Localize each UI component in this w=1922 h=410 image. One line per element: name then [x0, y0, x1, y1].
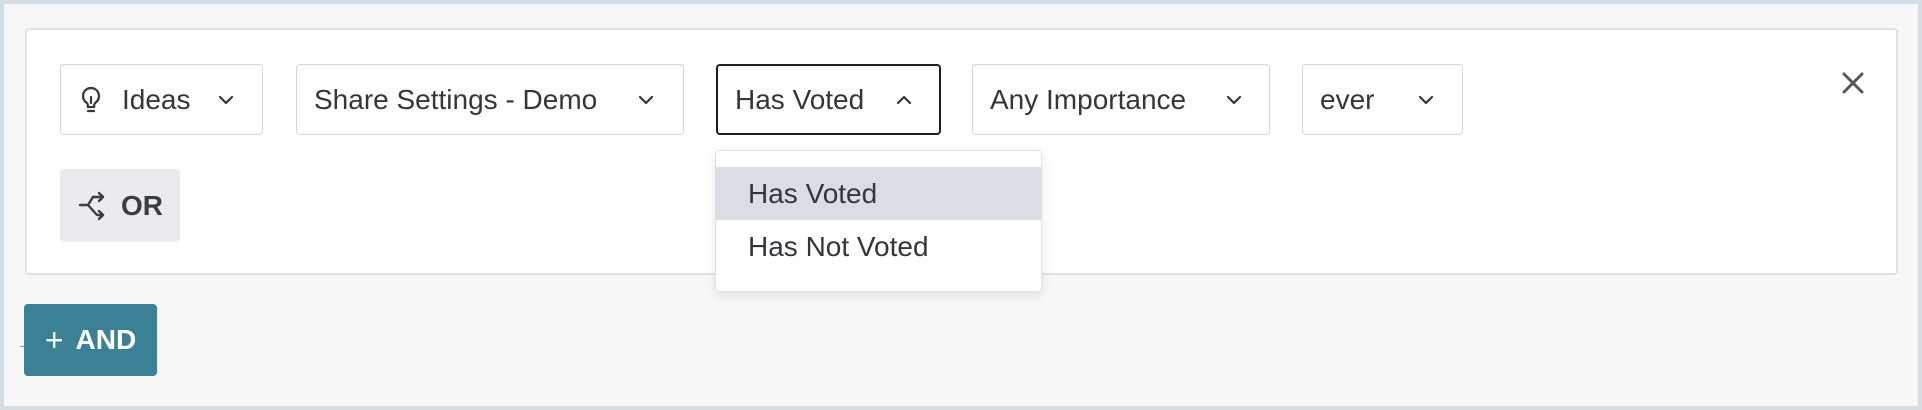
portal-select-label: Share Settings - Demo [314, 83, 598, 115]
dropdown-option-has-not-voted[interactable]: Has Not Voted [716, 220, 1041, 273]
dropdown-option-has-voted[interactable]: Has Voted [716, 167, 1041, 220]
remove-filter-close-icon[interactable] [1835, 65, 1871, 101]
vote-status-dropdown: Has Voted Has Not Voted [715, 150, 1042, 292]
or-button[interactable]: OR [60, 169, 180, 242]
type-select-label: Ideas [122, 83, 191, 115]
importance-select[interactable]: Any Importance [972, 64, 1270, 135]
option-label: Has Not Voted [748, 230, 929, 262]
chevron-down-icon [637, 91, 655, 109]
time-select-label: ever [1320, 83, 1375, 115]
chevron-down-icon [1417, 91, 1435, 109]
chevron-up-icon [895, 91, 913, 109]
importance-select-label: Any Importance [990, 83, 1187, 115]
type-select[interactable]: Ideas [60, 64, 263, 135]
vote-status-select[interactable]: Has Voted [716, 64, 941, 135]
add-and-button[interactable]: + AND [24, 304, 157, 376]
vote-status-select-label: Has Voted [735, 83, 865, 115]
chevron-down-icon [217, 91, 235, 109]
plus-icon: + [44, 322, 64, 358]
and-button-label: AND [75, 324, 137, 355]
option-label: Has Voted [748, 177, 878, 209]
portal-select[interactable]: Share Settings - Demo [296, 64, 684, 135]
filter-builder: Ideas Share Settings - Demo Has Voted An… [4, 4, 1918, 406]
or-button-label: OR [121, 189, 163, 221]
chevron-down-icon [1225, 91, 1243, 109]
branch-icon [77, 191, 107, 221]
lightbulb-icon [78, 85, 104, 115]
time-select[interactable]: ever [1302, 64, 1463, 135]
